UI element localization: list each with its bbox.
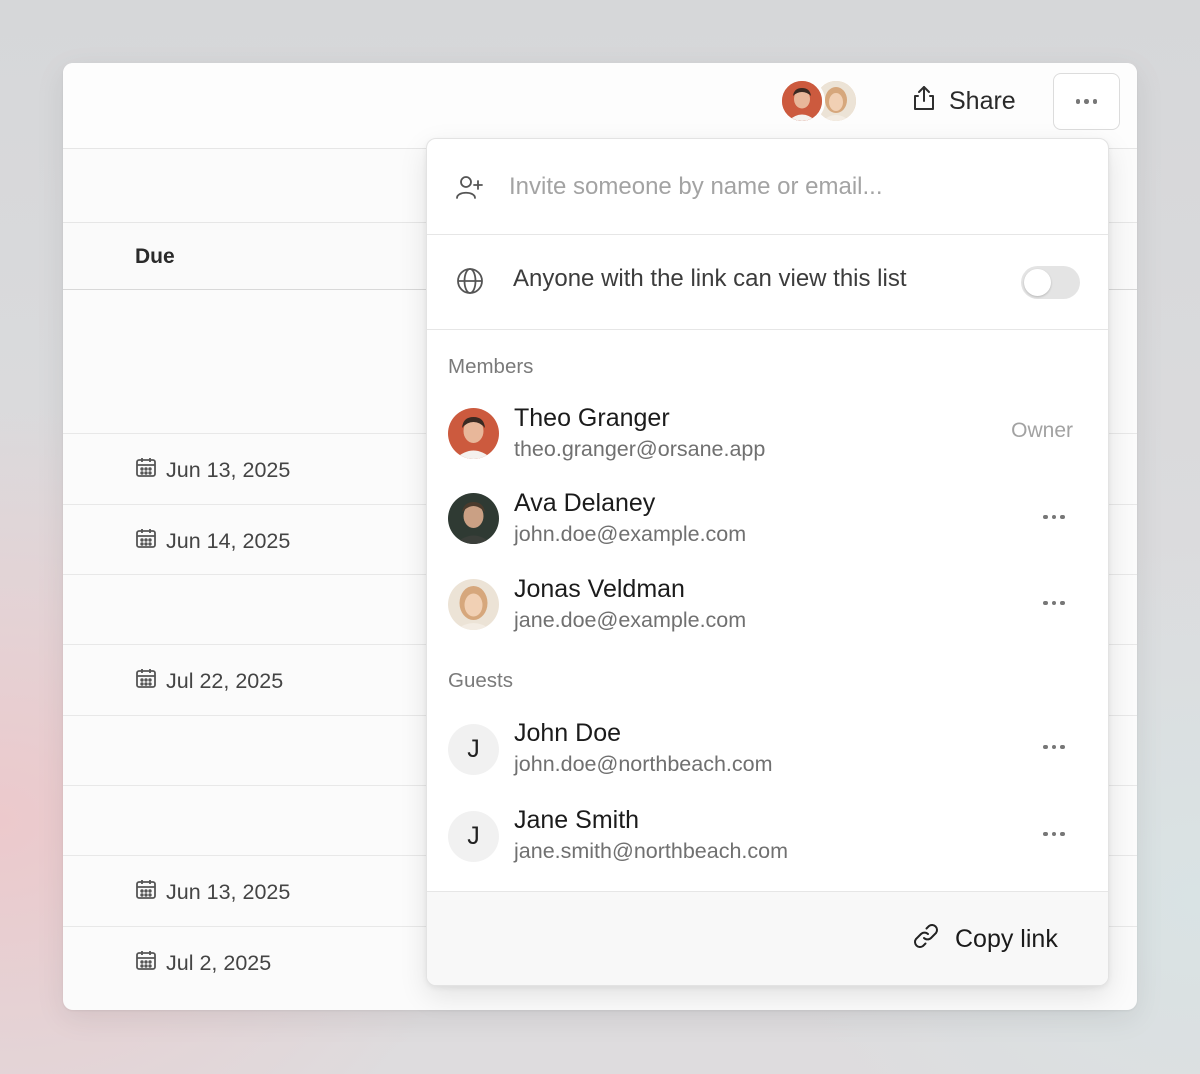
avatar: J bbox=[448, 811, 499, 862]
copy-link-button[interactable]: Copy link bbox=[905, 917, 1075, 961]
member-options-button[interactable] bbox=[1033, 587, 1075, 619]
due-date: Jun 13, 2025 bbox=[166, 457, 291, 482]
invite-input[interactable] bbox=[509, 167, 1069, 207]
link-icon bbox=[911, 921, 941, 958]
members-heading: Members bbox=[448, 355, 534, 378]
invite-section bbox=[427, 139, 1108, 235]
due-date: Jul 2, 2025 bbox=[166, 950, 272, 975]
guest-name: Jane Smith bbox=[514, 806, 640, 834]
avatar-theo bbox=[779, 78, 825, 124]
share-button[interactable]: Share bbox=[903, 81, 1028, 121]
due-cell[interactable]: Jul 2, 2025 bbox=[135, 949, 271, 977]
more-icon bbox=[1075, 99, 1098, 104]
due-date: Jun 14, 2025 bbox=[166, 528, 291, 553]
member-row[interactable]: Ava Delaney john.doe@example.com bbox=[427, 483, 1108, 563]
member-row[interactable]: Theo Granger theo.granger@orsane.app Own… bbox=[427, 398, 1108, 478]
member-name: Theo Granger bbox=[514, 404, 670, 432]
share-icon bbox=[911, 84, 937, 119]
due-column-header[interactable]: Due bbox=[135, 245, 175, 269]
member-email: theo.granger@orsane.app bbox=[514, 437, 766, 461]
guest-row[interactable]: J Jane Smith jane.smith@northbeach.com bbox=[427, 800, 1108, 880]
link-access-toggle[interactable] bbox=[1021, 266, 1080, 299]
calendar-icon bbox=[135, 667, 157, 695]
copy-link-label: Copy link bbox=[955, 924, 1058, 953]
calendar-icon bbox=[135, 949, 157, 977]
due-cell[interactable]: Jun 14, 2025 bbox=[135, 527, 290, 555]
more-options-button[interactable] bbox=[1053, 73, 1120, 130]
due-date: Jun 13, 2025 bbox=[166, 879, 291, 904]
toggle-knob bbox=[1024, 269, 1051, 296]
share-popover: Anyone with the link can view this list … bbox=[426, 138, 1109, 986]
member-name: Ava Delaney bbox=[514, 489, 656, 517]
guest-options-button[interactable] bbox=[1033, 818, 1075, 850]
avatar bbox=[448, 408, 499, 459]
calendar-icon bbox=[135, 527, 157, 555]
guests-heading: Guests bbox=[448, 669, 513, 692]
due-cell[interactable]: Jul 22, 2025 bbox=[135, 667, 283, 695]
member-role: Owner bbox=[1011, 419, 1073, 442]
top-bar: Share bbox=[63, 63, 1137, 149]
more-icon bbox=[1043, 744, 1065, 750]
more-icon bbox=[1043, 514, 1065, 520]
calendar-icon bbox=[135, 456, 157, 484]
avatar bbox=[448, 493, 499, 544]
member-name: Jonas Veldman bbox=[514, 575, 685, 603]
add-user-icon bbox=[455, 174, 483, 205]
due-cell[interactable]: Jun 13, 2025 bbox=[135, 456, 290, 484]
link-access-row: Anyone with the link can view this list bbox=[427, 235, 1108, 330]
guest-row[interactable]: J John Doe john.doe@northbeach.com bbox=[427, 713, 1108, 793]
collaborator-avatars[interactable] bbox=[779, 78, 859, 124]
guest-name: John Doe bbox=[514, 719, 622, 747]
popover-footer: Copy link bbox=[427, 891, 1108, 985]
avatar bbox=[448, 579, 499, 630]
member-options-button[interactable] bbox=[1033, 501, 1075, 533]
member-email: jane.doe@example.com bbox=[514, 608, 747, 632]
calendar-icon bbox=[135, 878, 157, 906]
guest-email: john.doe@northbeach.com bbox=[514, 752, 773, 776]
more-icon bbox=[1043, 600, 1065, 606]
link-access-label: Anyone with the link can view this list bbox=[513, 265, 907, 292]
share-label: Share bbox=[949, 86, 1016, 115]
due-cell[interactable]: Jun 13, 2025 bbox=[135, 878, 290, 906]
member-row[interactable]: Jonas Veldman jane.doe@example.com bbox=[427, 569, 1108, 649]
more-icon bbox=[1043, 831, 1065, 837]
guest-options-button[interactable] bbox=[1033, 731, 1075, 763]
guest-email: jane.smith@northbeach.com bbox=[514, 839, 788, 863]
globe-icon bbox=[455, 266, 485, 301]
avatar: J bbox=[448, 724, 499, 775]
due-date: Jul 22, 2025 bbox=[166, 668, 284, 693]
member-email: john.doe@example.com bbox=[514, 522, 747, 546]
